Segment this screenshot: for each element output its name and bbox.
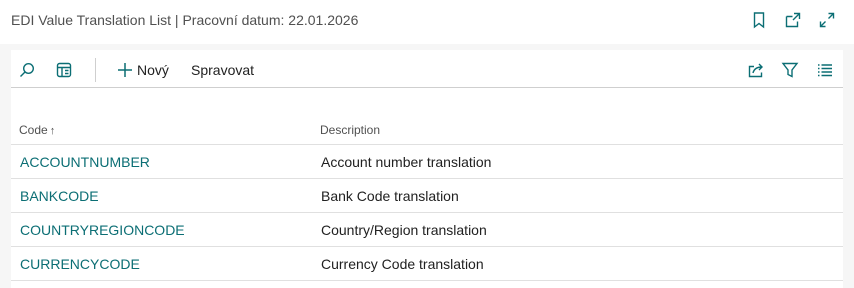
page-title: EDI Value Translation List | Pracovní da…	[11, 12, 359, 28]
column-header-description[interactable]: Description	[320, 123, 380, 137]
share-icon[interactable]	[747, 60, 765, 80]
code-link[interactable]: BANKCODE	[20, 188, 99, 204]
new-button-label: Nový	[137, 62, 169, 78]
code-link[interactable]: COUNTRYREGIONCODE	[20, 222, 185, 238]
list-view-icon[interactable]	[816, 60, 834, 80]
filter-icon[interactable]	[781, 60, 799, 80]
new-button[interactable]: Nový	[116, 60, 169, 80]
description-cell: Account number translation	[321, 154, 492, 170]
table-body: ACCOUNTNUMBER Account number translation…	[11, 145, 843, 281]
description-cell: Currency Code translation	[321, 256, 484, 272]
table-row[interactable]: ACCOUNTNUMBER Account number translation	[11, 145, 843, 179]
action-toolbar: Nový Spravovat	[11, 52, 843, 88]
column-header-code-label: Code	[19, 123, 48, 137]
title-actions	[750, 11, 836, 29]
description-cell: Country/Region translation	[321, 222, 487, 238]
title-bar: EDI Value Translation List | Pracovní da…	[0, 0, 854, 44]
view-layout-icon[interactable]	[55, 60, 73, 80]
plus-icon	[118, 63, 132, 77]
toolbar-divider	[95, 58, 96, 82]
sort-ascending-icon: ↑	[49, 125, 56, 137]
open-new-window-icon[interactable]	[784, 11, 802, 29]
table-row[interactable]: CURRENCYCODE Currency Code translation	[11, 247, 843, 281]
table-header: Code ↑ Description	[11, 113, 843, 145]
table-row[interactable]: COUNTRYREGIONCODE Country/Region transla…	[11, 213, 843, 247]
manage-button-label: Spravovat	[191, 62, 255, 78]
bookmark-icon[interactable]	[750, 11, 768, 29]
description-cell: Bank Code translation	[321, 188, 459, 204]
code-link[interactable]: ACCOUNTNUMBER	[20, 154, 150, 170]
code-link[interactable]: CURRENCYCODE	[20, 256, 140, 272]
column-header-code[interactable]: Code ↑	[19, 123, 55, 137]
search-icon[interactable]	[18, 60, 36, 80]
data-table: Code ↑ Description ACCOUNTNUMBER Account …	[11, 113, 843, 281]
manage-button[interactable]: Spravovat	[191, 60, 254, 80]
expand-icon[interactable]	[818, 11, 836, 29]
table-row[interactable]: BANKCODE Bank Code translation	[11, 179, 843, 213]
